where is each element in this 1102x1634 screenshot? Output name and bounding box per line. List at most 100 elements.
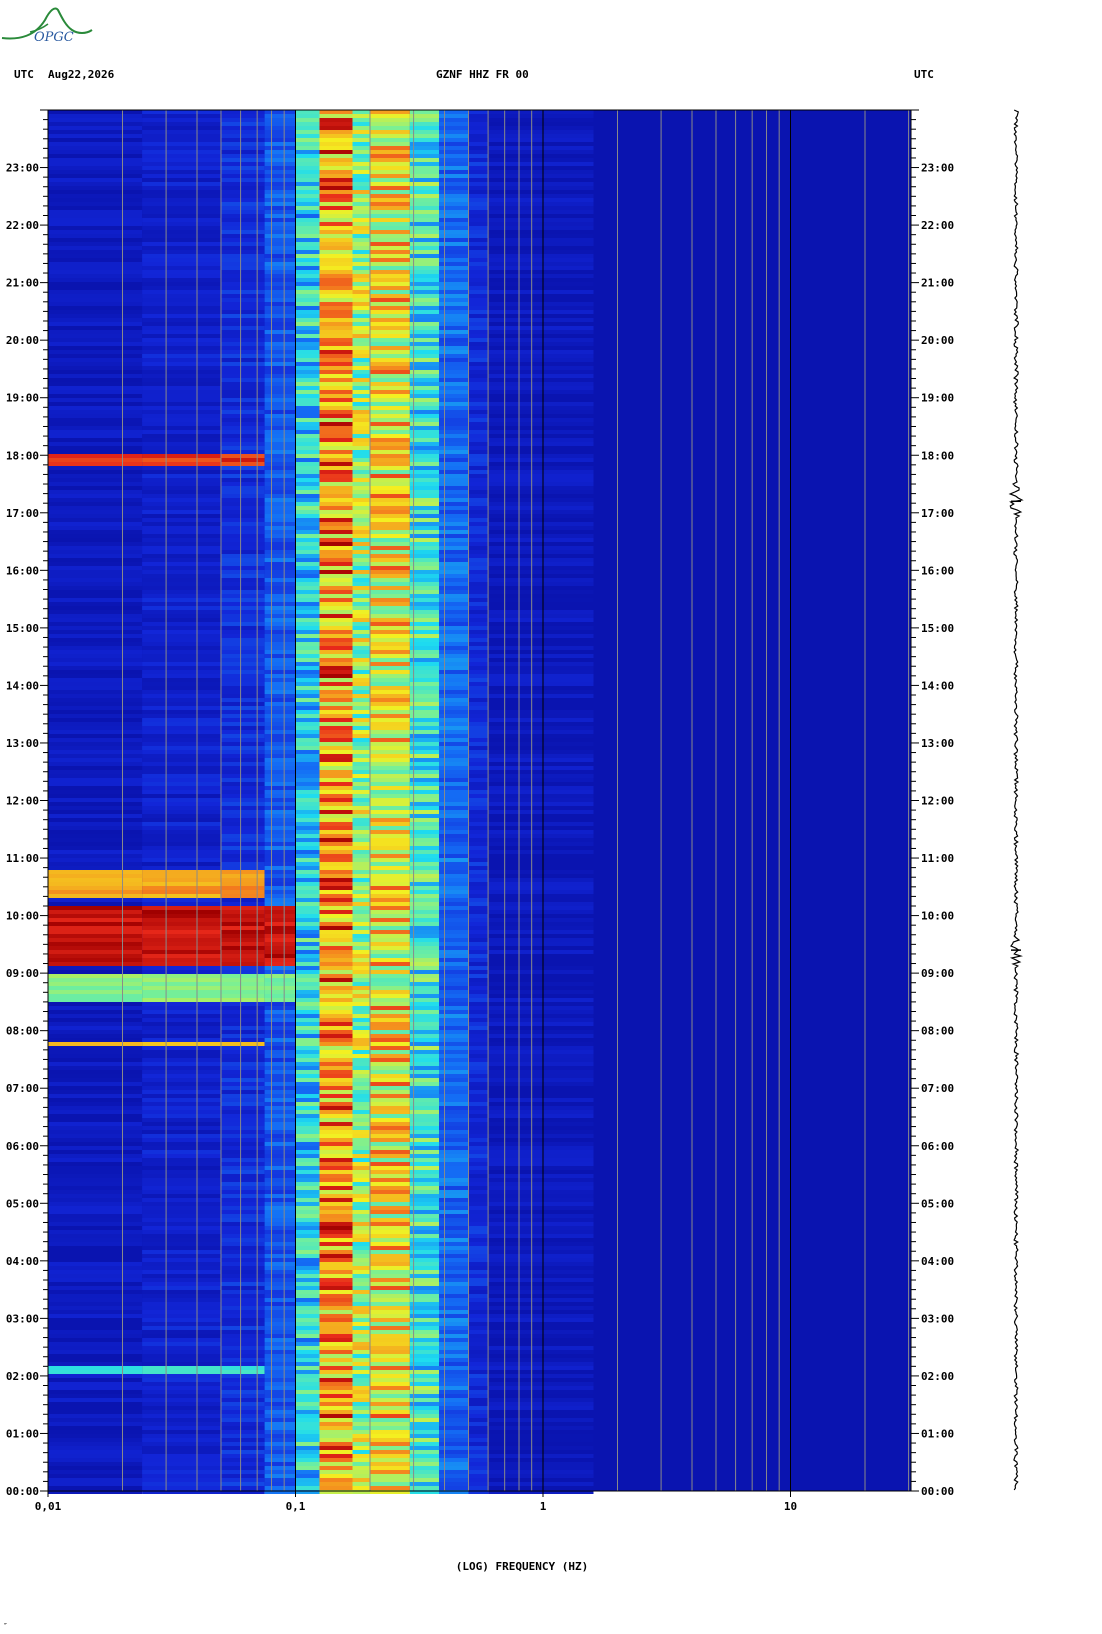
heatmap-cell — [370, 826, 410, 830]
heatmap-cell — [264, 1070, 296, 1074]
heatmap-cell — [409, 230, 439, 234]
heatmap-cell — [352, 1318, 370, 1322]
heatmap-cell — [295, 1098, 320, 1102]
heatmap-cell — [142, 350, 221, 354]
heatmap-cell — [221, 1406, 265, 1410]
heatmap-cell — [295, 550, 320, 554]
heatmap-cell — [439, 602, 469, 606]
heatmap-cell — [295, 1082, 320, 1086]
heatmap-cell — [409, 1242, 439, 1246]
heatmap-cell — [264, 898, 296, 902]
heatmap-cell — [352, 346, 370, 350]
heatmap-cell — [370, 774, 410, 778]
heatmap-cell — [439, 446, 469, 450]
heatmap-cell — [264, 766, 296, 770]
heatmap-cell — [48, 874, 143, 878]
heatmap-cell — [439, 1290, 469, 1294]
heatmap-cell — [264, 126, 296, 130]
heatmap-cell — [48, 806, 143, 810]
heatmap-cell — [488, 538, 594, 542]
heatmap-cell — [352, 554, 370, 558]
heatmap-cell — [264, 806, 296, 810]
heatmap-cell — [319, 1222, 353, 1226]
heatmap-cell — [488, 614, 594, 618]
heatmap-cell — [370, 822, 410, 826]
heatmap-cell — [142, 1210, 221, 1214]
heatmap-cell — [319, 342, 353, 346]
heatmap-cell — [295, 454, 320, 458]
heatmap-cell — [48, 1302, 143, 1306]
heatmap-cell — [439, 1326, 469, 1330]
heatmap-cell — [319, 294, 353, 298]
heatmap-cell — [370, 126, 410, 130]
heatmap-cell — [409, 902, 439, 906]
heatmap-cell — [48, 618, 143, 622]
heatmap-cell — [409, 1482, 439, 1486]
heatmap-cell — [409, 370, 439, 374]
heatmap-cell — [295, 1266, 320, 1270]
heatmap-cell — [142, 918, 221, 922]
heatmap-cell — [439, 1050, 469, 1054]
heatmap-cell — [488, 1394, 594, 1398]
heatmap-cell — [409, 242, 439, 246]
heatmap-cell — [264, 482, 296, 486]
heatmap-cell — [352, 534, 370, 538]
heatmap-cell — [488, 190, 594, 194]
heatmap-cell — [439, 234, 469, 238]
heatmap-cell — [439, 802, 469, 806]
heatmap-cell — [142, 610, 221, 614]
heatmap-cell — [221, 542, 265, 546]
y-tick-label-right: 01:00 — [921, 1427, 954, 1440]
heatmap-cell — [370, 1342, 410, 1346]
heatmap-cell — [488, 634, 594, 638]
heatmap-cell — [295, 1474, 320, 1478]
heatmap-cell — [221, 1370, 265, 1374]
heatmap-cell — [221, 1302, 265, 1306]
heatmap-cell — [264, 1370, 296, 1374]
heatmap-cell — [295, 1454, 320, 1458]
heatmap-cell — [488, 418, 594, 422]
heatmap-cell — [409, 398, 439, 402]
heatmap-cell — [370, 510, 410, 514]
heatmap-cell — [142, 330, 221, 334]
heatmap-cell — [48, 818, 143, 822]
heatmap-cell — [319, 290, 353, 294]
heatmap-cell — [370, 538, 410, 542]
heatmap-cell — [319, 538, 353, 542]
heatmap-cell — [409, 906, 439, 910]
heatmap-cell — [319, 1482, 353, 1486]
heatmap-cell — [142, 550, 221, 554]
heatmap-cell — [468, 1326, 489, 1330]
heatmap-cell — [319, 1334, 353, 1338]
heatmap-cell — [142, 834, 221, 838]
heatmap-cell — [352, 1026, 370, 1030]
heatmap-cell — [264, 366, 296, 370]
heatmap-cell — [264, 1054, 296, 1058]
heatmap-cell — [352, 1146, 370, 1150]
heatmap-cell — [370, 470, 410, 474]
heatmap-cell — [319, 1254, 353, 1258]
heatmap-cell — [221, 122, 265, 126]
heatmap-cell — [221, 970, 265, 974]
heatmap-cell — [409, 578, 439, 582]
heatmap-cell — [295, 514, 320, 518]
heatmap-cell — [352, 986, 370, 990]
heatmap-cell — [468, 1382, 489, 1386]
heatmap-cell — [319, 1298, 353, 1302]
heatmap-cell — [439, 318, 469, 322]
heatmap-cell — [370, 1406, 410, 1410]
heatmap-cell — [264, 774, 296, 778]
heatmap-cell — [264, 1406, 296, 1410]
heatmap-cell — [409, 302, 439, 306]
heatmap-cell — [370, 1006, 410, 1010]
heatmap-cell — [409, 798, 439, 802]
heatmap-cell — [352, 634, 370, 638]
heatmap-cell — [468, 1394, 489, 1398]
heatmap-cell — [295, 978, 320, 982]
heatmap-cell — [264, 682, 296, 686]
heatmap-cell — [264, 974, 296, 978]
heatmap-cell — [409, 610, 439, 614]
heatmap-cell — [221, 534, 265, 538]
heatmap-cell — [488, 674, 594, 678]
heatmap-cell — [409, 994, 439, 998]
